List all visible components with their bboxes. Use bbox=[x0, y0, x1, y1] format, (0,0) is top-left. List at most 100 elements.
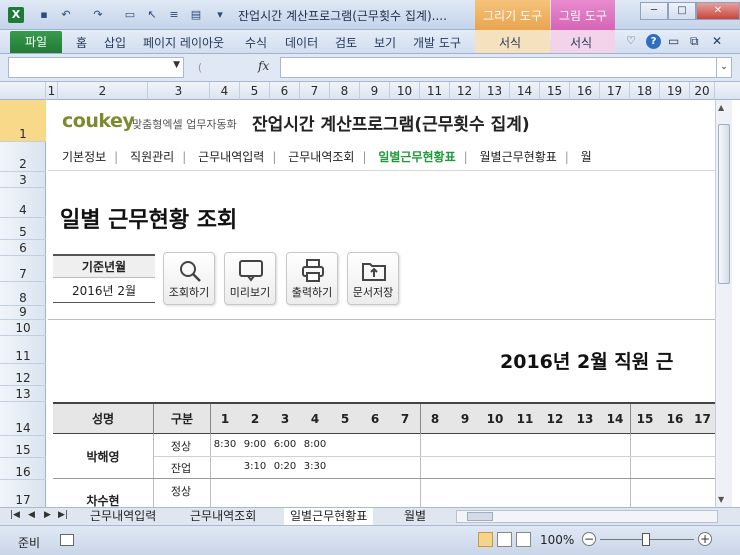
tab-data[interactable]: 데이터 bbox=[285, 34, 318, 51]
redo-icon[interactable]: ↷ bbox=[90, 7, 106, 23]
sheet-tab[interactable]: 근무내역입력 bbox=[84, 508, 162, 525]
tab-home[interactable]: 홈 bbox=[76, 34, 87, 51]
row-header[interactable]: 8 bbox=[0, 282, 46, 306]
time-cell[interactable]: 8:30 bbox=[210, 439, 240, 450]
preview-button[interactable]: 미리보기 bbox=[224, 252, 276, 305]
col-header[interactable]: 18 bbox=[630, 82, 660, 100]
time-cell[interactable]: 8:00 bbox=[300, 439, 330, 450]
col-header[interactable]: 11 bbox=[420, 82, 450, 100]
page-layout-view-icon[interactable] bbox=[497, 532, 512, 547]
vertical-scrollbar[interactable]: ▲ ▼ bbox=[715, 100, 732, 507]
col-header[interactable]: 19 bbox=[660, 82, 690, 100]
prev-sheet-icon[interactable]: ◀ bbox=[28, 510, 35, 520]
tab-draw-format[interactable]: 서식 bbox=[499, 34, 521, 51]
sheet-tab[interactable]: 근무내역조회 bbox=[184, 508, 262, 525]
nav-basic-info[interactable]: 기본정보 bbox=[62, 148, 106, 165]
restore-button[interactable]: □ bbox=[668, 2, 696, 20]
col-header[interactable]: 14 bbox=[510, 82, 540, 100]
nav-monthly-status[interactable]: 월별근무현황표 bbox=[480, 148, 557, 165]
col-header[interactable]: 16 bbox=[570, 82, 600, 100]
col-header[interactable]: 15 bbox=[540, 82, 570, 100]
time-cell[interactable]: 0:20 bbox=[270, 461, 300, 472]
col-header[interactable]: 10 bbox=[390, 82, 420, 100]
formula-input[interactable] bbox=[280, 57, 718, 78]
nav-daily-status[interactable]: 일별근무현황표 bbox=[378, 148, 455, 165]
page-break-view-icon[interactable] bbox=[516, 532, 531, 547]
close-button[interactable]: ✕ bbox=[696, 2, 740, 20]
scroll-up-icon[interactable]: ▲ bbox=[718, 103, 724, 112]
col-header[interactable]: 5 bbox=[240, 82, 270, 100]
tab-page-layout[interactable]: 페이지 레이아웃 bbox=[143, 34, 224, 51]
last-sheet-icon[interactable]: ▶| bbox=[58, 510, 68, 520]
row-header[interactable]: 15 bbox=[0, 436, 46, 458]
row-header[interactable]: 16 bbox=[0, 458, 46, 480]
ribbon-expand-icon[interactable]: ♡ bbox=[626, 34, 645, 47]
print-button[interactable]: 출력하기 bbox=[286, 252, 338, 305]
col-header[interactable]: 1 bbox=[46, 82, 58, 100]
base-month-value[interactable]: 2016년 2월 bbox=[53, 279, 155, 303]
first-sheet-icon[interactable]: |◀ bbox=[10, 510, 20, 520]
scroll-thumb[interactable] bbox=[718, 124, 730, 284]
horizontal-scrollbar[interactable] bbox=[456, 510, 718, 523]
select-all-corner[interactable] bbox=[0, 82, 46, 100]
col-header[interactable]: 2 bbox=[58, 82, 148, 100]
row-header[interactable]: 5 bbox=[0, 218, 46, 240]
row-header[interactable]: 1 bbox=[0, 100, 46, 142]
time-cell[interactable]: 3:10 bbox=[240, 461, 270, 472]
row-header[interactable]: 10 bbox=[0, 320, 46, 336]
tab-developer[interactable]: 개발 도구 bbox=[413, 34, 461, 51]
col-header[interactable]: 17 bbox=[600, 82, 630, 100]
minimize-button[interactable]: ─ bbox=[640, 2, 668, 20]
worksheet[interactable]: 1 2 3 4 5 6 7 8 9 10 11 12 13 14 15 16 1… bbox=[0, 82, 740, 507]
nav-employee-mgmt[interactable]: 직원관리 bbox=[130, 148, 174, 165]
row-header[interactable]: 7 bbox=[0, 256, 46, 282]
zoom-in-icon[interactable]: + bbox=[698, 532, 712, 546]
zoom-slider-knob[interactable] bbox=[642, 533, 650, 546]
col-header[interactable]: 13 bbox=[480, 82, 510, 100]
time-cell[interactable]: 3:30 bbox=[300, 461, 330, 472]
nav-more[interactable]: 월 bbox=[581, 148, 592, 165]
normal-view-icon[interactable] bbox=[478, 532, 493, 547]
window-restore-icon[interactable]: ⧉ bbox=[690, 34, 699, 49]
row-header[interactable]: 14 bbox=[0, 402, 46, 436]
save-icon[interactable]: ▪ bbox=[36, 7, 52, 23]
col-header[interactable]: 12 bbox=[450, 82, 480, 100]
nav-work-input[interactable]: 근무내역입력 bbox=[198, 148, 264, 165]
col-header[interactable]: 4 bbox=[210, 82, 240, 100]
window-close-icon[interactable]: ✕ bbox=[712, 34, 722, 48]
save-document-button[interactable]: 문서저장 bbox=[347, 252, 399, 305]
tab-view[interactable]: 보기 bbox=[374, 34, 396, 51]
next-sheet-icon[interactable]: ▶ bbox=[44, 510, 51, 520]
col-header[interactable]: 6 bbox=[270, 82, 300, 100]
expand-formula-bar-icon[interactable]: ⌄ bbox=[716, 57, 732, 78]
col-header[interactable]: 7 bbox=[300, 82, 330, 100]
row-header[interactable]: 4 bbox=[0, 188, 46, 218]
time-cell[interactable]: 6:00 bbox=[270, 439, 300, 450]
col-header[interactable]: 3 bbox=[148, 82, 210, 100]
form-icon[interactable]: ▤ bbox=[188, 7, 204, 23]
hscroll-thumb[interactable] bbox=[467, 512, 493, 521]
row-header[interactable]: 6 bbox=[0, 240, 46, 256]
scroll-down-icon[interactable]: ▼ bbox=[718, 495, 724, 504]
row-header[interactable]: 13 bbox=[0, 386, 46, 402]
col-header[interactable]: 20 bbox=[690, 82, 715, 100]
sheet-tab-active[interactable]: 일별근무현황표 bbox=[284, 508, 374, 525]
row-header[interactable]: 9 bbox=[0, 305, 46, 320]
time-cell[interactable]: 9:00 bbox=[240, 439, 270, 450]
tab-insert[interactable]: 삽입 bbox=[104, 34, 126, 51]
tab-file[interactable]: 파일 bbox=[10, 31, 62, 53]
pointer-icon[interactable]: ↖ bbox=[144, 7, 160, 23]
undo-icon[interactable]: ↶ bbox=[58, 7, 74, 23]
col-header[interactable]: 9 bbox=[360, 82, 390, 100]
search-button[interactable]: 조회하기 bbox=[163, 252, 215, 305]
tab-review[interactable]: 검토 bbox=[335, 34, 357, 51]
row-header[interactable]: 12 bbox=[0, 364, 46, 386]
customize-qat-icon[interactable]: ▾ bbox=[212, 7, 228, 23]
filter-icon[interactable]: ≡ bbox=[166, 7, 182, 23]
zoom-level[interactable]: 100% bbox=[540, 533, 574, 547]
tab-formulas[interactable]: 수식 bbox=[245, 34, 267, 51]
ribbon-minimize-icon[interactable]: ▭ bbox=[668, 34, 679, 48]
insert-function-icon[interactable]: fx bbox=[258, 59, 269, 73]
camera-icon[interactable]: ▭ bbox=[122, 7, 138, 23]
row-header[interactable]: 3 bbox=[0, 172, 46, 188]
